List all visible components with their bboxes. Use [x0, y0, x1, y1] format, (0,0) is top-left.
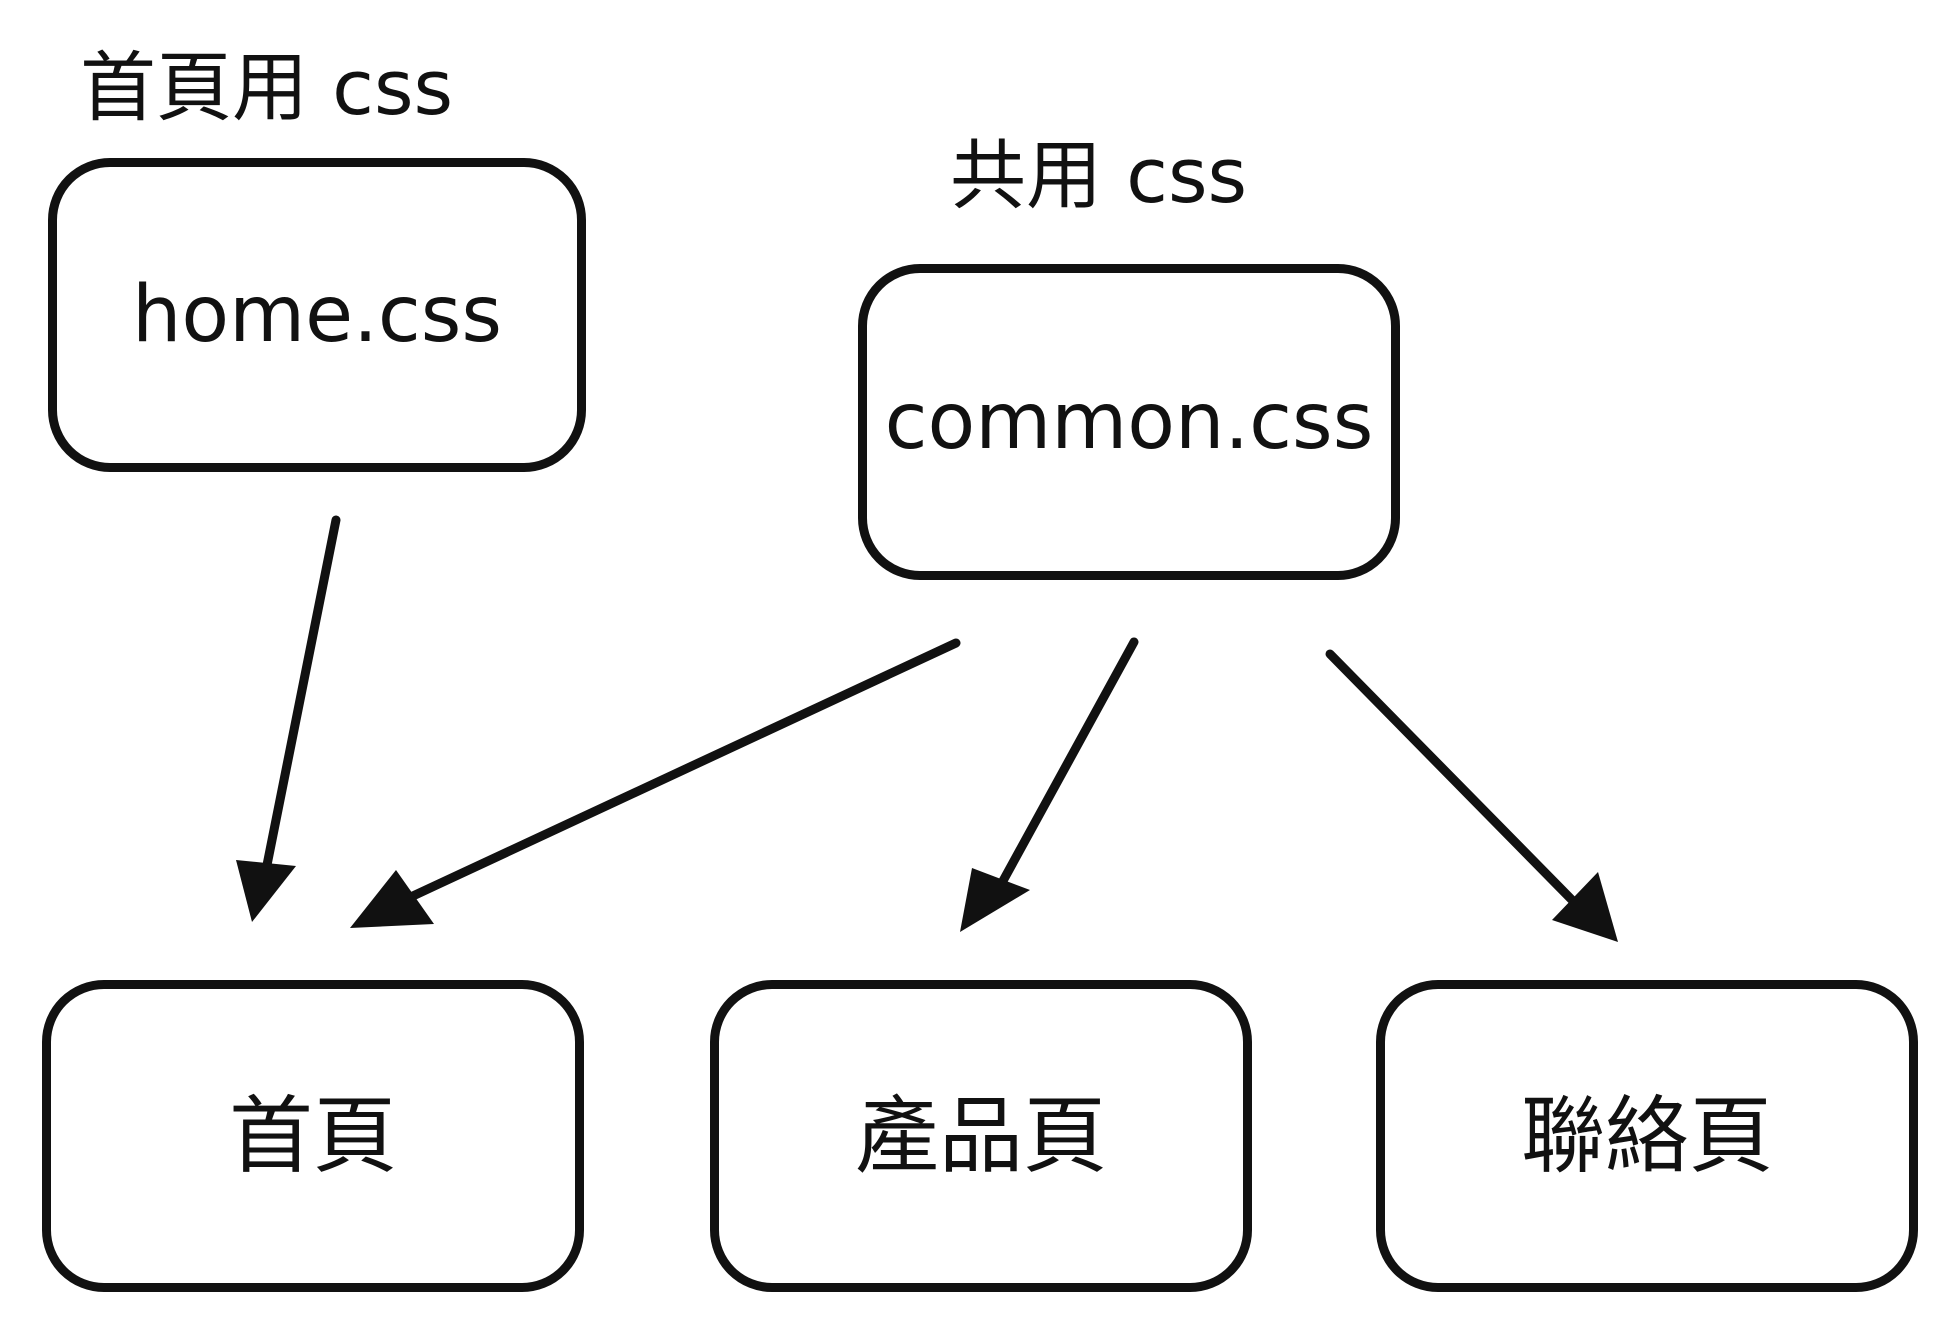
home-css-node-label: home.css	[131, 270, 503, 360]
home-page-node: 首頁	[42, 980, 584, 1292]
edge-common-css-to-product-page	[960, 637, 1139, 932]
product-page-node-label: 產品頁	[854, 1087, 1107, 1185]
contact-page-node-label: 聯絡頁	[1520, 1087, 1773, 1185]
home-css-group-label: 首頁用 css	[80, 43, 454, 132]
common-css-group-label: 共用 css	[950, 131, 1248, 220]
product-page-node: 產品頁	[710, 980, 1252, 1292]
edge-common-css-to-home-page	[350, 638, 961, 928]
edge-home-css-to-home-page	[236, 515, 341, 922]
home-css-node: home.css	[48, 158, 586, 472]
edge-common-css-to-contact-page	[1325, 649, 1618, 942]
home-page-node-label: 首頁	[228, 1087, 397, 1185]
common-css-node: common.css	[858, 264, 1400, 580]
common-css-node-label: common.css	[884, 377, 1374, 467]
contact-page-node: 聯絡頁	[1376, 980, 1918, 1292]
